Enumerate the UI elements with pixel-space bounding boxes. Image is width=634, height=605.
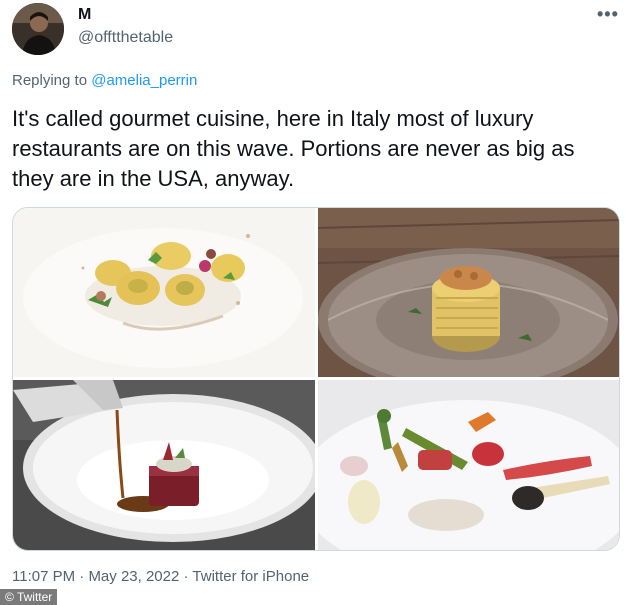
meta-separator: · bbox=[75, 568, 89, 585]
tweet-meta: 11:07 PM · May 23, 2022 · Twitter for iP… bbox=[12, 568, 309, 585]
tweet-date[interactable]: May 23, 2022 bbox=[88, 568, 179, 585]
tweet-source[interactable]: Twitter for iPhone bbox=[192, 568, 309, 585]
media-grid bbox=[12, 207, 620, 551]
avatar[interactable] bbox=[12, 3, 64, 55]
user-handle[interactable]: @offtthetable bbox=[78, 29, 173, 47]
replying-to: Replying to @amelia_perrin bbox=[12, 72, 197, 89]
tweet: M @offtthetable ••• Replying to @amelia_… bbox=[0, 0, 634, 605]
photo-vegetables-fish[interactable] bbox=[318, 380, 619, 550]
replying-to-label: Replying to bbox=[12, 72, 92, 89]
photo-tortellini[interactable] bbox=[13, 208, 315, 377]
watermark: © Twitter bbox=[0, 589, 58, 605]
tweet-time[interactable]: 11:07 PM bbox=[12, 568, 75, 585]
photo-meat-sauce[interactable] bbox=[13, 380, 315, 550]
photo-spaghetti[interactable] bbox=[318, 208, 619, 377]
mention-link[interactable]: @amelia_perrin bbox=[91, 72, 197, 89]
display-name[interactable]: M bbox=[78, 6, 91, 24]
tweet-text: It's called gourmet cuisine, here in Ita… bbox=[12, 106, 575, 191]
meta-separator: · bbox=[179, 568, 193, 585]
more-horizontal-icon[interactable]: ••• bbox=[597, 4, 619, 25]
